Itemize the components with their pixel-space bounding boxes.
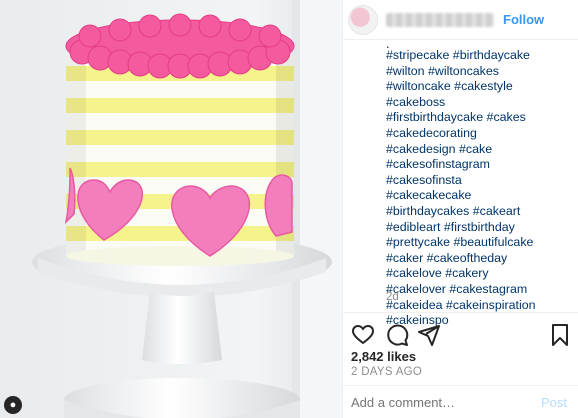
person-badge-icon[interactable]: ● bbox=[4, 396, 22, 414]
post-date: 2 DAYS AGO bbox=[351, 366, 423, 378]
hashtag-list: #stripecake #birthdaycake #wilton #wilton… bbox=[386, 48, 576, 329]
post-caption: . #stripecake #birthdaycake #wilton #wilt… bbox=[386, 36, 576, 329]
hashtag-line[interactable]: #cakesofinsta bbox=[386, 173, 576, 189]
post-header: Follow bbox=[343, 0, 578, 40]
username-blurred[interactable] bbox=[386, 13, 494, 27]
caption-timestamp: 2d bbox=[386, 291, 399, 303]
bookmark-icon[interactable] bbox=[548, 323, 572, 347]
hashtag-line[interactable]: #cakelove #cakery bbox=[386, 266, 576, 282]
hashtag-line[interactable]: #cakedesign #cake bbox=[386, 142, 576, 158]
follow-button[interactable]: Follow bbox=[501, 12, 545, 27]
heart-icon[interactable] bbox=[351, 323, 375, 347]
hashtag-line[interactable]: #wiltoncake #cakestyle bbox=[386, 79, 576, 95]
post-detail-panel: Follow . #stripecake #birthdaycake #wilto… bbox=[342, 0, 578, 418]
share-icon[interactable] bbox=[417, 323, 441, 347]
hashtag-line[interactable]: #caker #cakeoftheday bbox=[386, 251, 576, 267]
post-comment-button[interactable]: Post bbox=[541, 395, 567, 410]
avatar[interactable] bbox=[348, 5, 378, 35]
comment-bar: Post bbox=[343, 385, 578, 418]
hashtag-line[interactable]: #birthdaycakes #cakeart bbox=[386, 204, 576, 220]
hashtag-line[interactable]: #cakeboss bbox=[386, 95, 576, 111]
hashtag-line[interactable]: #stripecake #birthdaycake bbox=[386, 48, 576, 64]
likes-count[interactable]: 2,842 likes bbox=[351, 349, 416, 364]
post-photo[interactable]: ● bbox=[0, 0, 342, 418]
action-bar bbox=[343, 312, 578, 352]
cake-image bbox=[0, 0, 342, 418]
hashtag-line[interactable]: #edibleart #firstbirthday bbox=[386, 220, 576, 236]
hashtag-line[interactable]: #wilton #wiltoncakes bbox=[386, 64, 576, 80]
hashtag-line[interactable]: #cakecakecake bbox=[386, 188, 576, 204]
caption-divider: . bbox=[386, 36, 390, 51]
hashtag-line[interactable]: #firstbirthdaycake #cakes bbox=[386, 110, 576, 126]
hashtag-line[interactable]: #cakeidea #cakeinspiration bbox=[386, 298, 576, 314]
comment-input[interactable] bbox=[351, 395, 521, 410]
hashtag-line[interactable]: #cakesofinstagram bbox=[386, 157, 576, 173]
hashtag-line[interactable]: #prettycake #beautifulcake bbox=[386, 235, 576, 251]
hashtag-line[interactable]: #cakedecorating bbox=[386, 126, 576, 142]
comment-icon[interactable] bbox=[385, 323, 409, 347]
hashtag-line[interactable]: #cakelover #cakestagram bbox=[386, 282, 576, 298]
